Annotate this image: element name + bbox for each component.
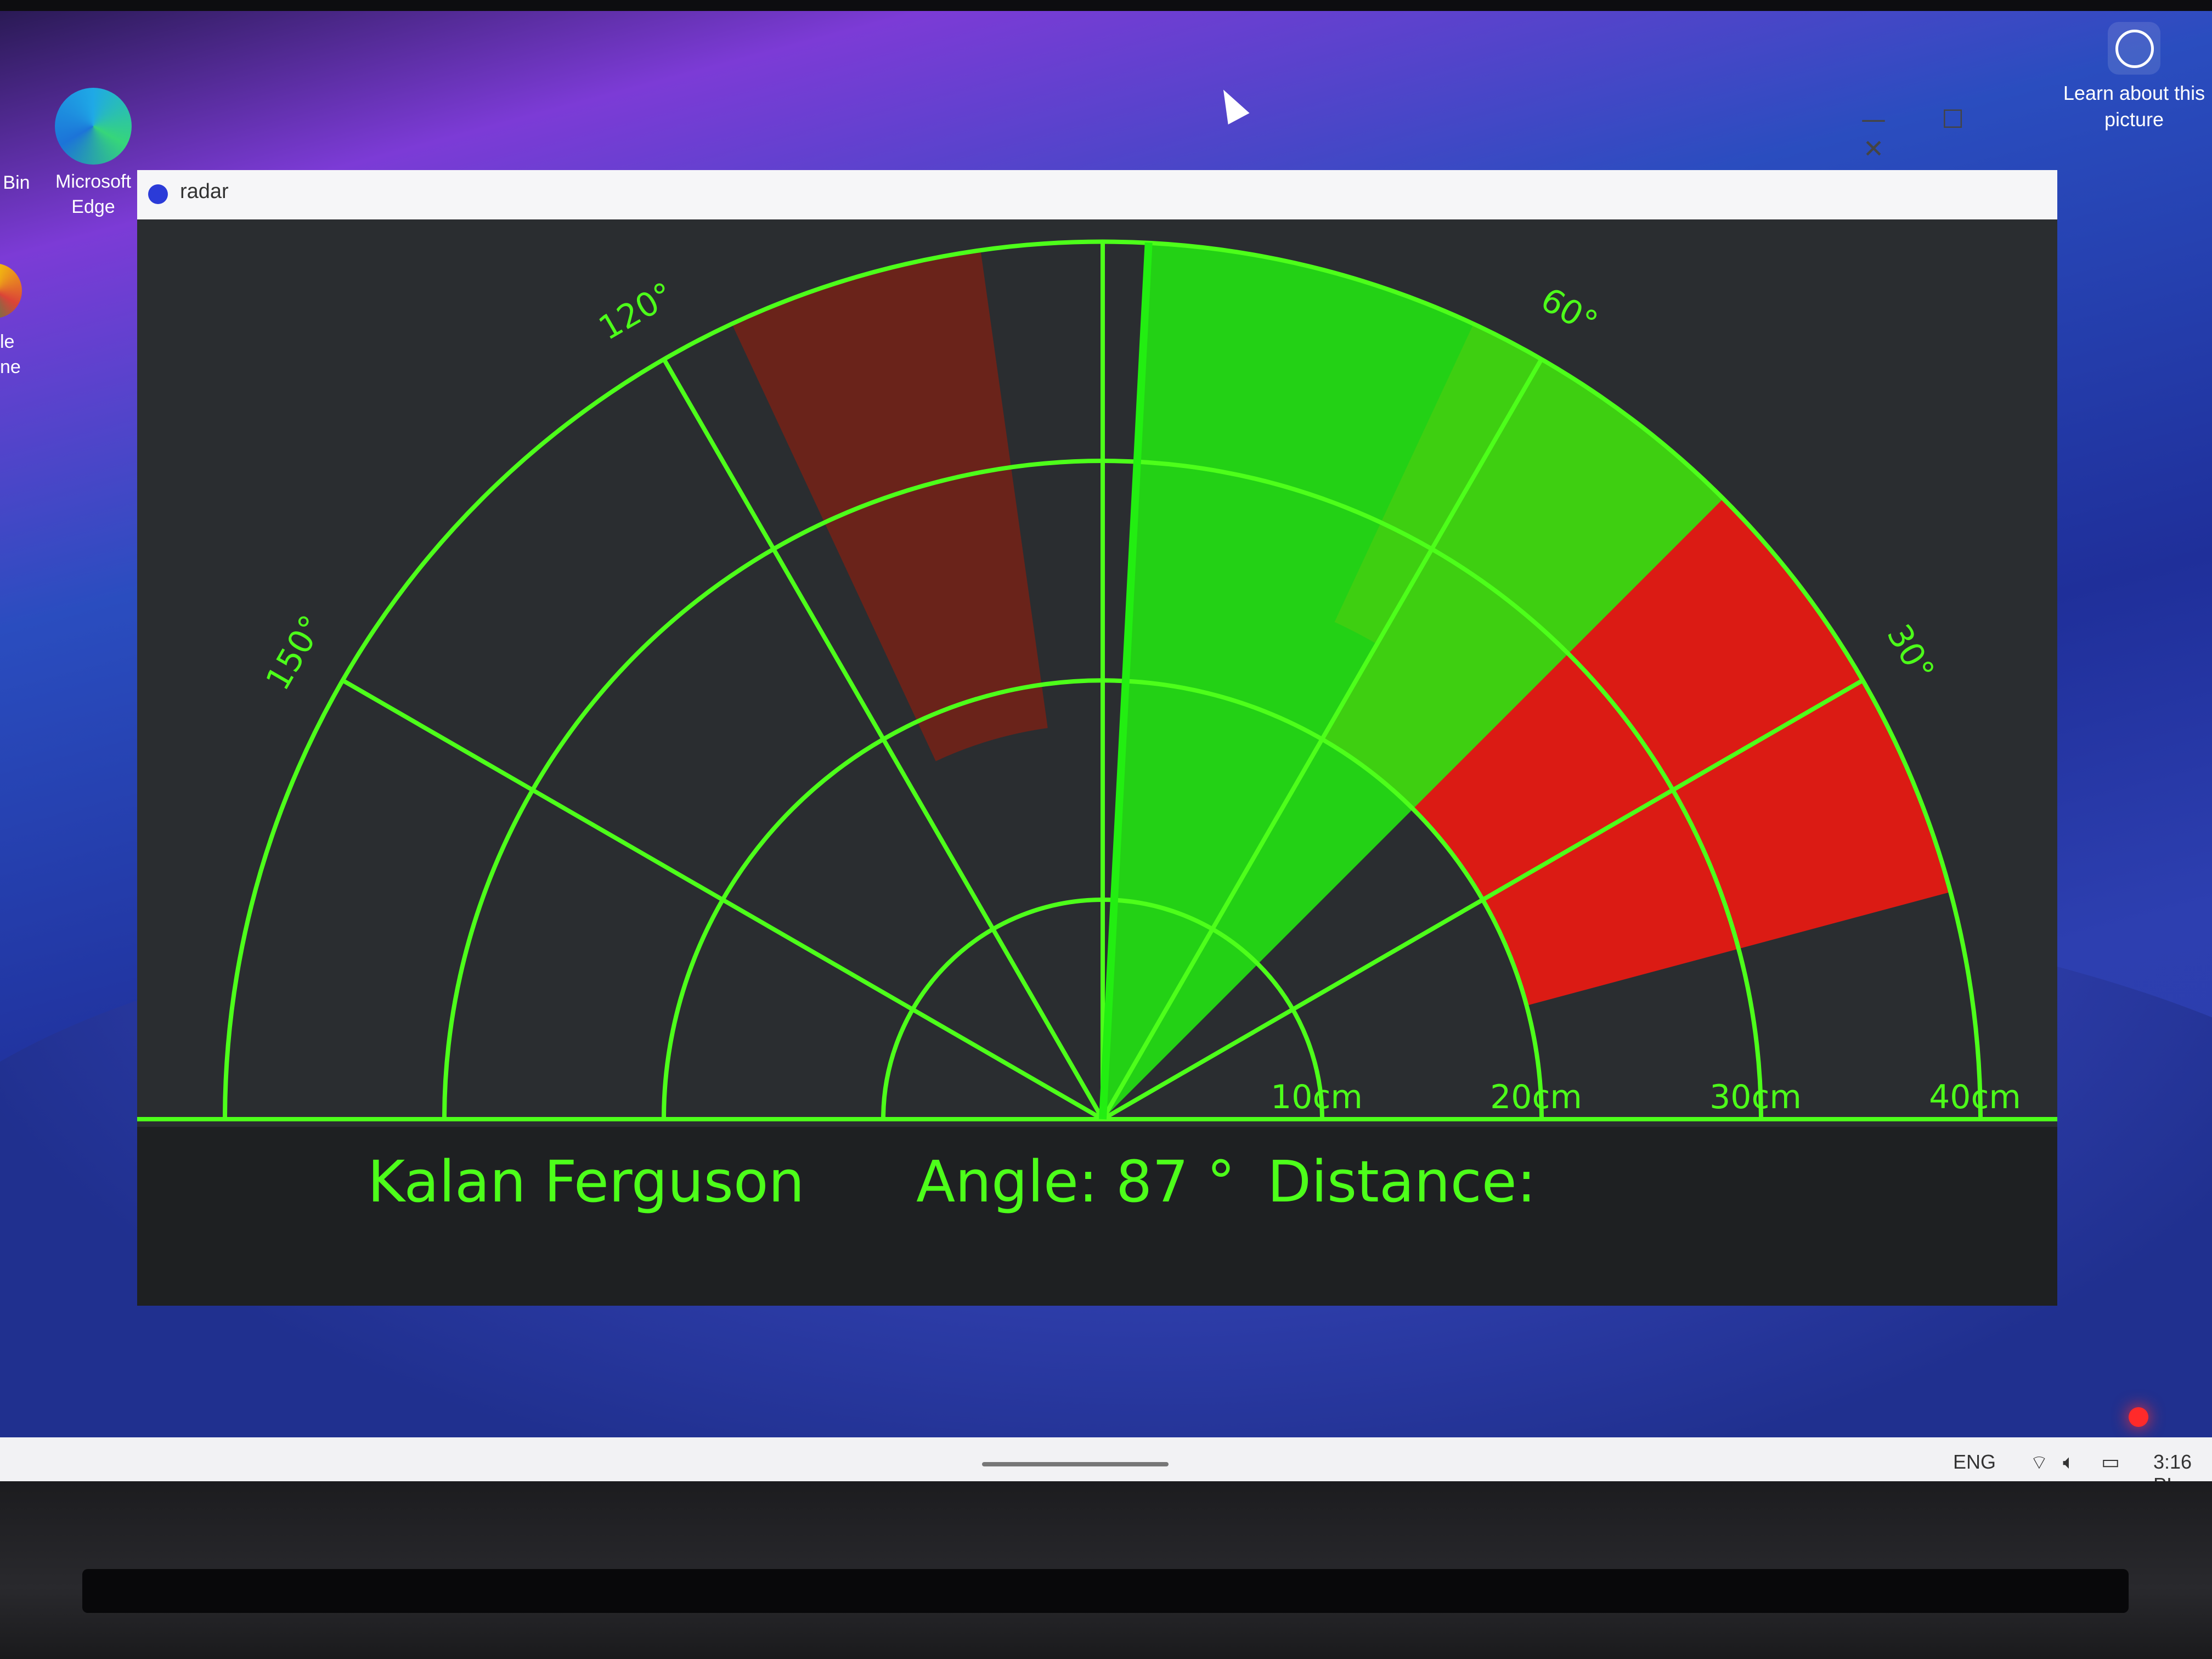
camera-icon [2108, 22, 2160, 75]
chrome-icon[interactable] [0, 263, 22, 318]
radar-window: — ☐ ✕ radar 30°60°90°120°150°10cm20cm30c… [137, 104, 2057, 1306]
range-label: 10cm [1271, 1078, 1363, 1116]
range-label: 40cm [1929, 1078, 2021, 1116]
desktop-icon-chrome[interactable]: le ne [0, 329, 22, 380]
taskbar: ENG ⌔ 🔈︎ ▭ 3:16 PI [0, 1437, 2212, 1481]
wifi-icon[interactable]: ⌔ [2030, 1451, 2049, 1475]
desktop-icon-recycle-bin[interactable]: Bin [0, 170, 33, 195]
angle-label: 120° [592, 275, 680, 348]
angle-label: 150° [258, 609, 331, 697]
angle-label: 60° [1534, 280, 1604, 343]
window-title: radar [180, 180, 229, 203]
edge-icon [55, 88, 132, 165]
author-label: Kalan Ferguson [368, 1148, 804, 1215]
desktop: Bin Microsoft Edge le ne Learn about thi… [0, 11, 2212, 1481]
desktop-icon-label: Bin [3, 172, 30, 193]
distance-readout: Distance: [1267, 1148, 1536, 1215]
range-label: 20cm [1490, 1078, 1582, 1116]
clock[interactable]: 3:16 PI [2153, 1451, 2212, 1481]
radar-display: 30°60°90°120°150°10cm20cm30cm40cmKalan F… [137, 239, 2057, 1306]
close-button[interactable]: ✕ [1838, 134, 1909, 163]
swipe-handle [982, 1462, 1169, 1466]
desktop-icon-edge[interactable]: Microsoft Edge [49, 88, 137, 219]
desktop-icon-label: Microsoft Edge [55, 171, 131, 217]
minimize-button[interactable]: — [1838, 104, 1909, 134]
radar-canvas: 30°60°90°120°150°10cm20cm30cm40cmKalan F… [137, 219, 2057, 1306]
volume-icon[interactable]: 🔈︎ [2063, 1451, 2075, 1474]
range-label: 30cm [1709, 1078, 1802, 1116]
angle-label: 30° [1879, 618, 1942, 687]
object-arc [255, 680, 343, 892]
battery-icon[interactable]: ▭ [2101, 1451, 2120, 1474]
maximize-button[interactable]: ☐ [1917, 104, 1989, 134]
laptop-hinge [82, 1569, 2129, 1613]
window-titlebar[interactable]: radar [137, 170, 2057, 219]
desktop-icon-label: le ne [0, 331, 21, 377]
language-indicator[interactable]: ENG [1953, 1451, 1996, 1474]
learn-about-picture[interactable]: Learn about this picture [2063, 22, 2205, 133]
angle-line [341, 678, 1104, 1121]
object-arc [731, 250, 1048, 761]
app-icon [148, 184, 168, 204]
learn-about-label: Learn about this picture [2063, 82, 2205, 131]
angle-readout: Angle: 87 ° [916, 1148, 1235, 1215]
indicator-led [2129, 1407, 2148, 1427]
window-controls: — ☐ ✕ [1838, 104, 2057, 163]
